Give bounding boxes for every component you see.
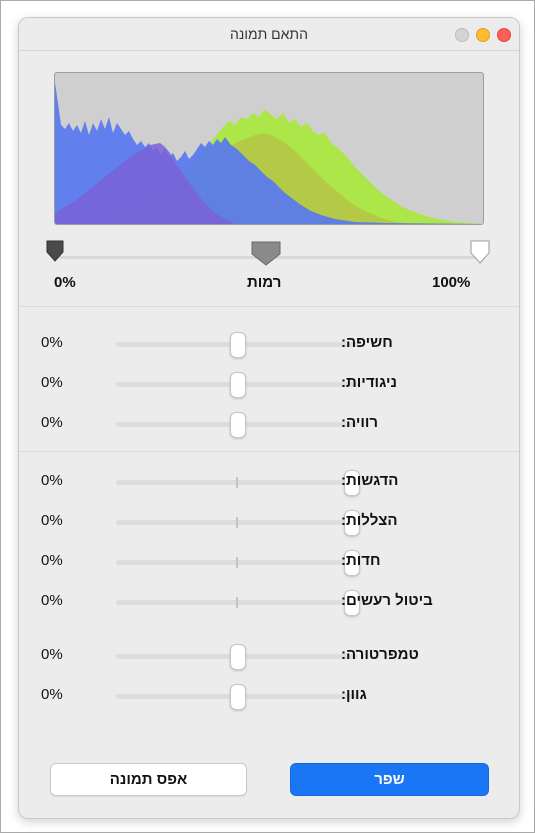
exposure-label: חשיפה: — [341, 334, 393, 351]
shadows-value: 0% — [41, 512, 63, 529]
sharpness-value: 0% — [41, 552, 63, 569]
tint-slider-track[interactable] — [116, 684, 358, 710]
saturation-slider-track[interactable] — [116, 412, 358, 438]
temperature-slider-knob[interactable] — [230, 644, 246, 670]
exposure-slider-knob[interactable] — [230, 332, 246, 358]
levels-min-label: 0% — [54, 274, 76, 291]
contrast-value: 0% — [41, 374, 63, 391]
levels-max-label: 100% — [432, 274, 471, 291]
saturation-label: רוויה: — [341, 414, 379, 431]
shadows-label: הצללות: — [341, 512, 398, 529]
histogram — [54, 72, 484, 225]
title-bar: התאם תמונה — [19, 18, 519, 51]
exposure-slider-track[interactable] — [116, 332, 358, 358]
saturation-slider-knob[interactable] — [230, 412, 246, 438]
sharpness-label: חדות: — [341, 552, 381, 569]
center-tick — [236, 597, 238, 608]
window-title: התאם תמונה — [230, 26, 308, 42]
contrast-slider-track[interactable] — [116, 372, 358, 398]
separator — [19, 306, 519, 307]
levels-label: רמות — [247, 274, 282, 291]
center-tick — [236, 517, 238, 528]
levels-midtone-handle[interactable] — [250, 240, 282, 266]
highlights-slider-track[interactable] — [116, 470, 360, 496]
tint-value: 0% — [41, 686, 63, 703]
temperature-value: 0% — [41, 646, 63, 663]
temperature-label: טמפרטורה: — [341, 646, 419, 663]
separator — [19, 451, 519, 452]
center-tick — [236, 477, 238, 488]
denoise-slider-track[interactable] — [116, 590, 360, 616]
enhance-button[interactable]: שפר — [290, 763, 489, 796]
highlights-label: הדגשות: — [341, 472, 399, 489]
exposure-value: 0% — [41, 334, 63, 351]
levels-white-point-handle[interactable] — [470, 240, 490, 264]
saturation-value: 0% — [41, 414, 63, 431]
highlights-value: 0% — [41, 472, 63, 489]
temperature-slider-track[interactable] — [116, 644, 358, 670]
adjust-image-window: התאם תמונה 0% רמות 100% 0% חשיפה: 0% ניג… — [18, 17, 520, 819]
contrast-label: ניגודיות: — [341, 374, 397, 391]
levels-black-point-handle[interactable] — [46, 240, 64, 262]
screenshot-frame: התאם תמונה 0% רמות 100% 0% חשיפה: 0% ניג… — [0, 0, 535, 833]
reset-image-button[interactable]: אפס תמונה — [50, 763, 247, 796]
denoise-value: 0% — [41, 592, 63, 609]
sharpness-slider-track[interactable] — [116, 550, 360, 576]
shadows-slider-track[interactable] — [116, 510, 360, 536]
denoise-label: ביטול רעשים: — [341, 592, 433, 609]
contrast-slider-knob[interactable] — [230, 372, 246, 398]
center-tick — [236, 557, 238, 568]
tint-slider-knob[interactable] — [230, 684, 246, 710]
tint-label: גוון: — [341, 686, 367, 703]
